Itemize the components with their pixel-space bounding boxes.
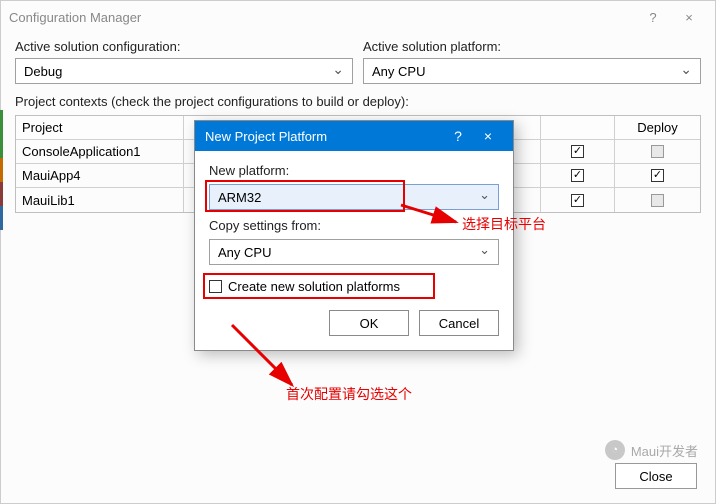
watermark-text: Maui开发者 (631, 441, 698, 460)
modal-title-text: New Project Platform (205, 129, 327, 144)
watermark-icon: ◔ (605, 440, 625, 460)
active-platform-label: Active solution platform: (363, 39, 701, 54)
col-deploy: Deploy (615, 116, 700, 139)
build-checkbox[interactable] (571, 145, 584, 158)
col-project: Project (16, 116, 184, 139)
ok-button[interactable]: OK (329, 310, 409, 336)
window-title: Configuration Manager (9, 10, 141, 25)
deploy-checkbox (651, 145, 664, 158)
close-dialog-button[interactable]: Close (615, 463, 697, 489)
active-config-value: Debug (24, 64, 62, 79)
new-platform-select[interactable]: ARM32 (209, 184, 499, 210)
create-new-platforms-label: Create new solution platforms (228, 279, 400, 294)
new-platform-label: New platform: (209, 163, 499, 178)
help-button[interactable]: ? (635, 10, 671, 25)
build-checkbox[interactable] (571, 169, 584, 182)
project-name: MauiApp4 (16, 164, 184, 187)
copy-from-label: Copy settings from: (209, 218, 499, 233)
new-platform-value: ARM32 (218, 190, 261, 205)
titlebar: Configuration Manager ? × (1, 1, 715, 33)
new-project-platform-dialog: New Project Platform ? × New platform: A… (194, 120, 514, 351)
copy-from-select[interactable]: Any CPU (209, 239, 499, 265)
annotation-first-config: 首次配置请勾选这个 (286, 384, 412, 404)
build-checkbox[interactable] (571, 194, 584, 207)
left-decorative-strip (0, 110, 3, 230)
active-platform-value: Any CPU (372, 64, 425, 79)
project-name: MauiLib1 (16, 188, 184, 212)
modal-titlebar: New Project Platform ? × (195, 121, 513, 151)
modal-close-button[interactable]: × (473, 128, 503, 144)
active-config-select[interactable]: Debug (15, 58, 353, 84)
annotation-select-target: 选择目标平台 (462, 214, 546, 234)
create-new-platforms-checkbox[interactable] (209, 280, 222, 293)
active-config-label: Active solution configuration: (15, 39, 353, 54)
project-name: ConsoleApplication1 (16, 140, 184, 163)
contexts-label: Project contexts (check the project conf… (15, 94, 715, 109)
close-button[interactable]: × (671, 10, 707, 25)
cancel-button[interactable]: Cancel (419, 310, 499, 336)
watermark: ◔ Maui开发者 (605, 440, 698, 460)
active-platform-select[interactable]: Any CPU (363, 58, 701, 84)
deploy-checkbox[interactable] (651, 169, 664, 182)
col-build (541, 116, 615, 139)
deploy-checkbox (651, 194, 664, 207)
copy-from-value: Any CPU (218, 245, 271, 260)
modal-help-button[interactable]: ? (443, 128, 473, 144)
